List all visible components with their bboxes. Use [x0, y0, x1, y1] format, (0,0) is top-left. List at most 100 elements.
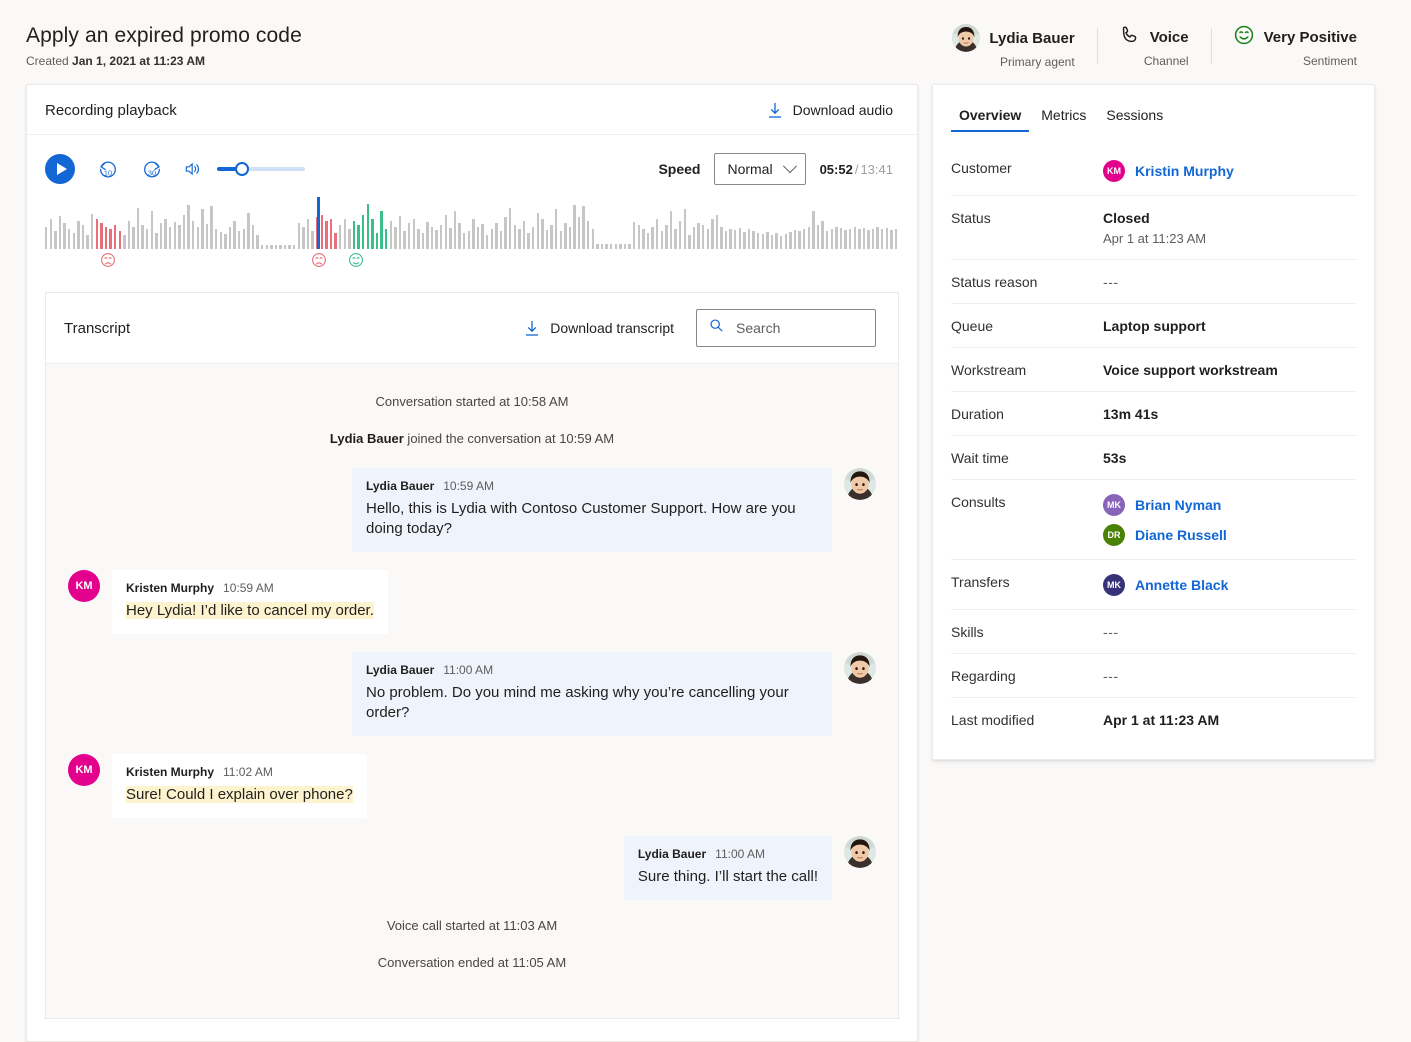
- waveform-bar: [330, 219, 332, 249]
- recording-playback-card: Recording playback Download audio: [26, 84, 918, 1042]
- play-button[interactable]: [45, 154, 75, 184]
- detail-field-label: Workstream: [951, 362, 1103, 378]
- person-link[interactable]: MKBrian Nyman: [1103, 494, 1227, 516]
- marker-happy-icon[interactable]: [348, 252, 364, 273]
- waveform-bar: [169, 227, 171, 249]
- waveform-bar: [463, 233, 465, 249]
- speed-select[interactable]: Normal: [714, 153, 805, 185]
- detail-field: Regarding---: [951, 654, 1356, 698]
- waveform-bar: [243, 229, 245, 249]
- detail-field: ConsultsMKBrian NymanDRDiane Russell: [951, 480, 1356, 560]
- waveform-bar: [601, 244, 603, 249]
- transcript-message: KMKristen Murphy11:02 AMSure! Could I ex…: [46, 754, 898, 818]
- person-name[interactable]: Annette Black: [1135, 577, 1228, 593]
- volume-thumb[interactable]: [235, 162, 249, 176]
- waveform-bar: [835, 227, 837, 249]
- recording-header: Recording playback Download audio: [27, 85, 917, 135]
- message-author: Lydia Bauer: [366, 479, 434, 493]
- waveform-bar: [679, 221, 681, 249]
- waveform-bar: [523, 221, 525, 249]
- waveform-bar: [665, 225, 667, 249]
- detail-field: Skills---: [951, 610, 1356, 654]
- details-tabs: OverviewMetricsSessions: [933, 85, 1374, 132]
- waveform-bar: [615, 244, 617, 249]
- waveform-bar: [141, 225, 143, 249]
- person-link[interactable]: KMKristin Murphy: [1103, 160, 1234, 182]
- svg-text:10: 10: [104, 168, 112, 177]
- waveform-bar: [325, 221, 327, 249]
- time-separator: /: [855, 162, 859, 177]
- waveform-bar: [872, 229, 874, 249]
- person-name[interactable]: Kristin Murphy: [1135, 163, 1234, 179]
- download-transcript-label: Download transcript: [550, 320, 674, 336]
- person-name[interactable]: Diane Russell: [1135, 527, 1227, 543]
- waveform-bar: [752, 231, 754, 249]
- waveform-bar: [468, 231, 470, 249]
- waveform-bar: [647, 233, 649, 249]
- waveform-bar: [628, 244, 630, 249]
- message-text-wrap: No problem. Do you mind me asking why yo…: [366, 683, 818, 723]
- waveform-bar: [789, 232, 791, 249]
- tab-metrics[interactable]: Metrics: [1033, 101, 1094, 132]
- waveform-bar: [605, 244, 607, 249]
- waveform-bar: [183, 215, 185, 249]
- avatar: [844, 836, 876, 868]
- rewind-10-button[interactable]: 10: [97, 158, 119, 180]
- tab-overview[interactable]: Overview: [951, 101, 1029, 132]
- waveform-bar: [109, 229, 111, 249]
- waveform-bar: [794, 230, 796, 249]
- speed-value: Normal: [727, 161, 772, 177]
- current-time: 05:52: [820, 162, 853, 177]
- download-transcript-button[interactable]: Download transcript: [524, 319, 674, 337]
- waveform-bar: [495, 223, 497, 249]
- waveform-bar: [486, 235, 488, 249]
- waveform-bar: [114, 225, 116, 249]
- agent-role: Primary agent: [952, 55, 1074, 69]
- marker-sad-icon[interactable]: [100, 252, 116, 273]
- waveform-bar: [68, 229, 70, 249]
- marker-sad-icon[interactable]: [311, 252, 327, 273]
- search-input[interactable]: [734, 319, 854, 337]
- waveform-bar: [863, 228, 865, 249]
- waveform-bar: [385, 229, 387, 249]
- details-fields: CustomerKMKristin MurphyStatusClosedApr …: [933, 132, 1374, 759]
- waveform-bar: [339, 225, 341, 249]
- waveform-bar: [86, 235, 88, 249]
- svg-text:30: 30: [148, 168, 156, 177]
- waveform-container[interactable]: [27, 193, 917, 280]
- detail-value-text: ---: [1103, 668, 1119, 684]
- search-box[interactable]: [696, 309, 876, 347]
- download-icon: [524, 319, 540, 337]
- transcript-title: Transcript: [64, 320, 130, 337]
- waveform-bar: [803, 229, 805, 249]
- volume-slider[interactable]: [217, 161, 305, 177]
- message-bubble: Lydia Bauer11:00 AMNo problem. Do you mi…: [352, 652, 832, 736]
- detail-field-label: Queue: [951, 318, 1103, 334]
- channel-label: Channel: [1119, 54, 1189, 68]
- download-audio-button[interactable]: Download audio: [767, 101, 893, 119]
- message-text: Hey Lydia! I’d like to cancel my order.: [126, 602, 374, 619]
- forward-30-button[interactable]: 30: [141, 158, 163, 180]
- primary-agent-info: Lydia Bauer Primary agent: [930, 24, 1096, 69]
- person-link[interactable]: MKAnnette Black: [1103, 574, 1228, 596]
- transcript-message: Lydia Bauer10:59 AMHello, this is Lydia …: [46, 468, 898, 552]
- tab-sessions[interactable]: Sessions: [1098, 101, 1171, 132]
- waveform-bar: [293, 245, 295, 249]
- waveform-bar: [146, 229, 148, 249]
- waveform-bar: [100, 223, 102, 249]
- volume-icon[interactable]: [183, 159, 203, 179]
- person-name[interactable]: Brian Nyman: [1135, 497, 1221, 513]
- waveform-bar: [54, 231, 56, 249]
- waveform-bar: [592, 229, 594, 249]
- waveform-bar: [73, 233, 75, 249]
- waveform-bar: [527, 233, 529, 249]
- detail-field-value: Laptop support: [1103, 318, 1206, 334]
- waveform[interactable]: [45, 197, 899, 249]
- waveform-bar: [555, 209, 557, 249]
- playhead[interactable]: [317, 197, 320, 249]
- waveform-bar: [812, 211, 814, 249]
- waveform-bar: [261, 245, 263, 249]
- waveform-bar: [362, 215, 364, 249]
- person-link[interactable]: DRDiane Russell: [1103, 524, 1227, 546]
- waveform-bar: [45, 227, 47, 249]
